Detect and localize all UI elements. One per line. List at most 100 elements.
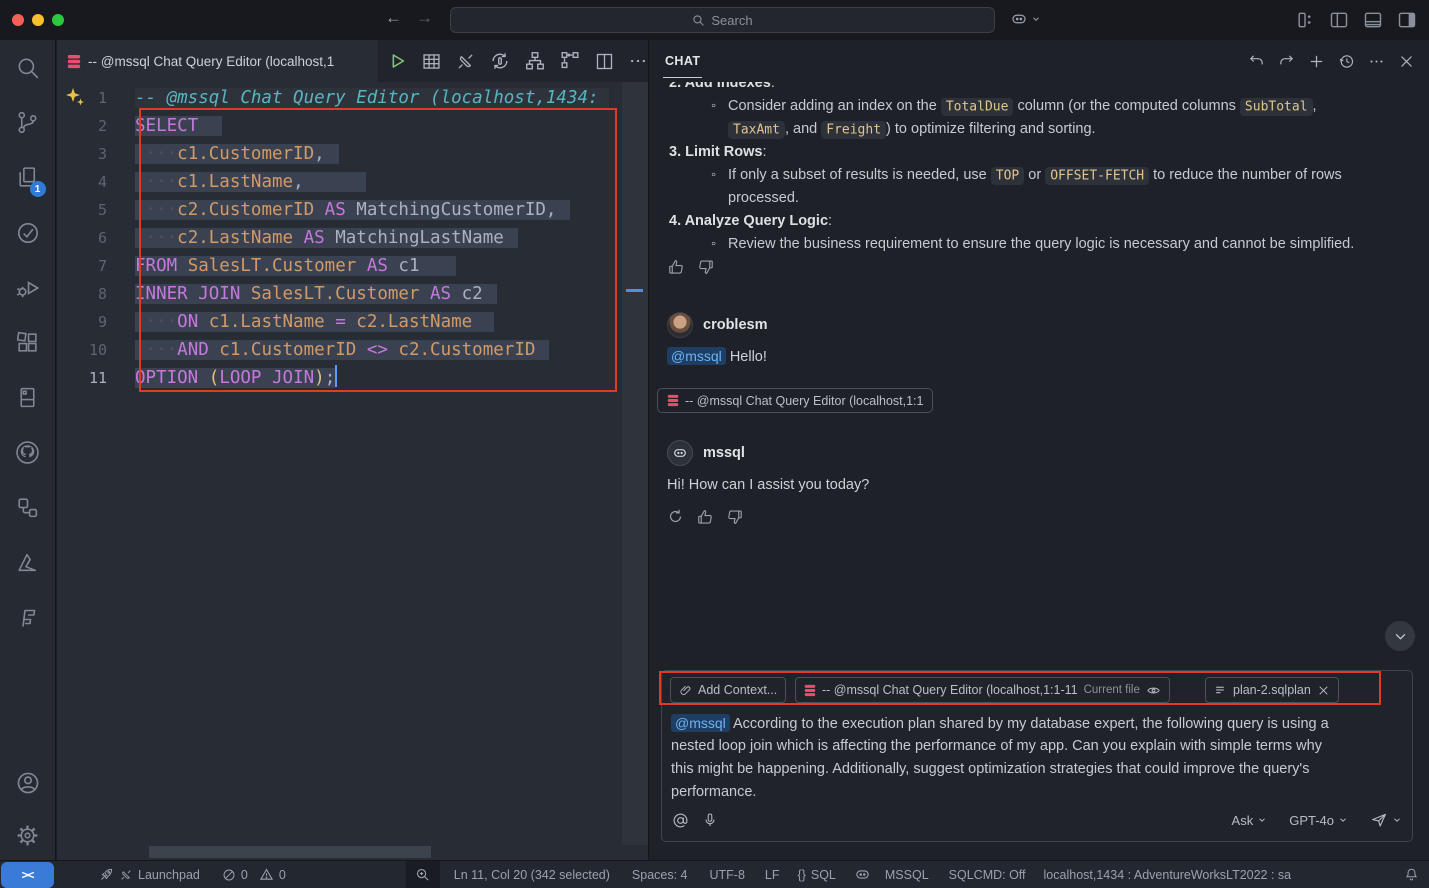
- editor-tab[interactable]: -- @mssql Chat Query Editor (localhost,1: [57, 40, 378, 82]
- inline-code: TaxAmt: [728, 121, 785, 139]
- user-attachment-chip[interactable]: -- @mssql Chat Query Editor (localhost,1…: [657, 388, 933, 413]
- redo-icon[interactable]: [1278, 53, 1295, 70]
- mention-context-icon[interactable]: [672, 812, 689, 829]
- source-control-icon[interactable]: [4, 95, 52, 150]
- mode-selector[interactable]: Ask: [1232, 813, 1268, 828]
- add-context-button[interactable]: Add Context...: [670, 677, 786, 703]
- run-debug-view-icon[interactable]: [4, 260, 52, 315]
- vertical-scrollbar[interactable]: [622, 82, 648, 845]
- code-editor[interactable]: 1-- @mssql Chat Query Editor (localhost,…: [57, 82, 622, 860]
- rerun-icon[interactable]: [667, 508, 684, 525]
- code-line-11[interactable]: 11OPTION (LOOP JOIN);: [57, 364, 622, 392]
- inline-code: OFFSET-FETCH: [1045, 167, 1149, 185]
- remote-indicator[interactable]: ><: [1, 862, 54, 888]
- chat-message-list[interactable]: 2. Add Indexes:◦Consider adding an index…: [649, 82, 1429, 860]
- thumbs-down-icon[interactable]: [726, 508, 744, 526]
- explorer-view-icon[interactable]: 1: [4, 150, 52, 205]
- toggle-panel-icon[interactable]: [1363, 10, 1383, 30]
- run-query-icon[interactable]: [386, 50, 408, 72]
- more-actions-icon[interactable]: [1368, 53, 1385, 70]
- mic-icon[interactable]: [702, 812, 718, 828]
- more-actions-icon[interactable]: [628, 51, 648, 71]
- azure-view-icon[interactable]: [4, 535, 52, 590]
- code-line-5[interactable]: 5····c2.CustomerID AS MatchingCustomerID…: [57, 196, 622, 224]
- query-history-view-icon[interactable]: [4, 205, 52, 260]
- chat-input-box[interactable]: Add Context... -- @mssql Chat Query Edit…: [661, 670, 1413, 842]
- editor-tab-title: -- @mssql Chat Query Editor (localhost,1: [88, 54, 334, 69]
- indentation-indicator[interactable]: Spaces: 4: [632, 868, 688, 882]
- mssql-mention-chip[interactable]: @mssql: [667, 347, 726, 365]
- change-connection-icon[interactable]: [489, 50, 511, 72]
- encoding-indicator[interactable]: UTF-8: [710, 868, 745, 882]
- language-indicator[interactable]: {} SQL: [798, 868, 836, 882]
- code-line-7[interactable]: 7FROM SalesLT.Customer AS c1: [57, 252, 622, 280]
- scroll-to-bottom-button[interactable]: [1385, 621, 1415, 651]
- search-view-icon[interactable]: [4, 40, 52, 95]
- activity-bar: 1: [0, 40, 56, 860]
- close-window-button[interactable]: [12, 14, 24, 26]
- model-selector[interactable]: GPT-4o: [1289, 813, 1348, 828]
- sql-server-view-icon[interactable]: [4, 370, 52, 425]
- estimated-plan-icon[interactable]: [524, 50, 546, 72]
- user-message-text: @mssql Hello!: [667, 348, 767, 365]
- code-line-2[interactable]: 2SELECT: [57, 112, 622, 140]
- results-grid-icon[interactable]: [421, 51, 442, 72]
- undo-icon[interactable]: [1248, 53, 1265, 70]
- mssql-mention-chip[interactable]: @mssql: [671, 714, 730, 732]
- copilot-menu-button[interactable]: [1010, 10, 1041, 28]
- accounts-icon[interactable]: [4, 755, 52, 810]
- cursor-position[interactable]: Ln 11, Col 20 (342 selected): [454, 868, 610, 882]
- disconnect-icon[interactable]: [455, 51, 476, 72]
- zoom-window-button[interactable]: [52, 14, 64, 26]
- github-view-icon[interactable]: [4, 425, 52, 480]
- forward-icon[interactable]: →: [416, 8, 433, 28]
- assistant-md-line: processed.: [669, 187, 1429, 210]
- connections-view-icon[interactable]: [4, 480, 52, 535]
- thumbs-up-icon[interactable]: [667, 258, 685, 276]
- copilot-status[interactable]: [854, 866, 871, 883]
- launchpad-button[interactable]: Launchpad: [99, 867, 200, 882]
- thumbs-down-icon[interactable]: [697, 258, 715, 276]
- minimize-window-button[interactable]: [32, 14, 44, 26]
- code-line-1[interactable]: 1-- @mssql Chat Query Editor (localhost,…: [57, 84, 622, 112]
- current-file-note: Current file: [1084, 684, 1140, 696]
- eye-icon[interactable]: [1146, 683, 1161, 698]
- settings-gear-icon[interactable]: [4, 810, 52, 860]
- copilot-icon: [854, 866, 871, 883]
- command-center-search[interactable]: Search: [450, 7, 995, 33]
- new-chat-icon[interactable]: [1308, 53, 1325, 70]
- customize-layout-icon[interactable]: [1295, 10, 1315, 30]
- code-line-9[interactable]: 9····ON c1.LastName = c2.LastName: [57, 308, 622, 336]
- actual-plan-icon[interactable]: [559, 50, 581, 72]
- send-button[interactable]: [1370, 811, 1402, 829]
- toggle-secondary-sidebar-icon[interactable]: [1397, 10, 1417, 30]
- window-controls[interactable]: [12, 14, 64, 26]
- code-line-10[interactable]: 10····AND c1.CustomerID <> c2.CustomerID: [57, 336, 622, 364]
- connection-status[interactable]: localhost,1434 : AdventureWorksLT2022 : …: [1044, 868, 1292, 882]
- mssql-status[interactable]: MSSQL: [885, 868, 929, 882]
- search-placeholder: Search: [711, 13, 752, 28]
- tab-chat[interactable]: CHAT: [663, 44, 702, 78]
- chat-history-icon[interactable]: [1338, 53, 1355, 70]
- problems-indicator[interactable]: 0 0: [222, 867, 286, 882]
- close-panel-icon[interactable]: [1398, 53, 1415, 70]
- code-line-4[interactable]: 4····c1.LastName,: [57, 168, 622, 196]
- zoom-indicator[interactable]: [406, 861, 440, 888]
- remove-chip-icon[interactable]: [1317, 684, 1330, 697]
- notifications-bell[interactable]: [1404, 867, 1419, 882]
- eol-indicator[interactable]: LF: [765, 868, 780, 882]
- sqlcmd-status[interactable]: SQLCMD: Off: [949, 868, 1026, 882]
- split-editor-icon[interactable]: [594, 51, 615, 72]
- extensions-view-icon[interactable]: [4, 315, 52, 370]
- context-chip-sqlplan[interactable]: plan-2.sqlplan: [1205, 677, 1339, 703]
- thumbs-up-icon[interactable]: [696, 508, 714, 526]
- fabric-view-icon[interactable]: [4, 590, 52, 645]
- code-line-8[interactable]: 8INNER JOIN SalesLT.Customer AS c2: [57, 280, 622, 308]
- context-chip-current-file[interactable]: -- @mssql Chat Query Editor (localhost,1…: [795, 677, 1170, 703]
- back-icon[interactable]: ←: [385, 8, 402, 28]
- horizontal-scrollbar[interactable]: [57, 846, 596, 858]
- chat-input-text[interactable]: @mssql According to the execution plan s…: [671, 712, 1404, 804]
- code-line-6[interactable]: 6····c2.LastName AS MatchingLastName: [57, 224, 622, 252]
- code-line-3[interactable]: 3····c1.CustomerID,: [57, 140, 622, 168]
- toggle-primary-sidebar-icon[interactable]: [1329, 10, 1349, 30]
